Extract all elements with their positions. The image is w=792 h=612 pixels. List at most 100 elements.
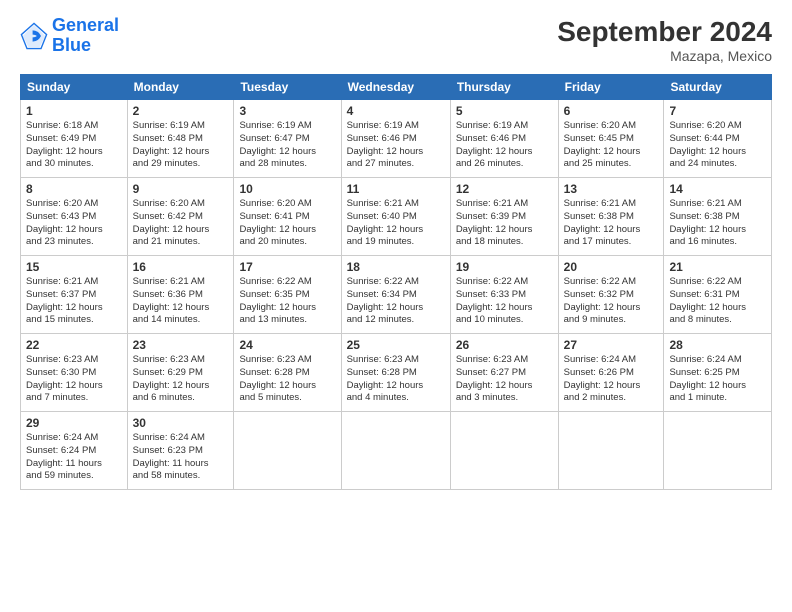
day-info: Sunrise: 6:21 AMSunset: 6:39 PMDaylight:…: [456, 198, 553, 249]
page: General Blue September 2024 Mazapa, Mexi…: [0, 0, 792, 612]
day-info: Sunrise: 6:22 AMSunset: 6:32 PMDaylight:…: [564, 276, 659, 327]
day-cell-30: 30Sunrise: 6:24 AMSunset: 6:23 PMDayligh…: [127, 412, 234, 490]
day-info: Sunrise: 6:23 AMSunset: 6:29 PMDaylight:…: [133, 354, 229, 405]
day-header-monday: Monday: [127, 75, 234, 100]
day-cell-4: 4Sunrise: 6:19 AMSunset: 6:46 PMDaylight…: [341, 100, 450, 178]
day-info: Sunrise: 6:21 AMSunset: 6:36 PMDaylight:…: [133, 276, 229, 327]
day-number: 28: [669, 338, 766, 352]
day-number: 20: [564, 260, 659, 274]
day-cell-12: 12 Sunrise: 6:21 AMSunset: 6:39 PMDayligh…: [450, 178, 558, 256]
week-row-1: 1 Sunrise: 6:18 AMSunset: 6:49 PMDaylight…: [21, 100, 772, 178]
day-info: Sunrise: 6:23 AMSunset: 6:28 PMDaylight:…: [239, 354, 335, 405]
day-cell-7: 7 Sunrise: 6:20 AMSunset: 6:44 PMDaylight…: [664, 100, 772, 178]
day-header-saturday: Saturday: [664, 75, 772, 100]
day-header-friday: Friday: [558, 75, 664, 100]
day-number: 27: [564, 338, 659, 352]
logo-text: General Blue: [52, 16, 119, 56]
day-number: 18: [347, 260, 445, 274]
day-number: 1: [26, 104, 122, 118]
day-header-thursday: Thursday: [450, 75, 558, 100]
empty-cell: [341, 412, 450, 490]
week-row-3: 15 Sunrise: 6:21 AMSunset: 6:37 PMDayligh…: [21, 256, 772, 334]
day-cell-24: 24 Sunrise: 6:23 AMSunset: 6:28 PMDayligh…: [234, 334, 341, 412]
logo-icon: [20, 22, 48, 50]
day-info: Sunrise: 6:22 AMSunset: 6:31 PMDaylight:…: [669, 276, 766, 327]
day-info: Sunrise: 6:21 AMSunset: 6:40 PMDaylight:…: [347, 198, 445, 249]
day-info: Sunrise: 6:21 AMSunset: 6:37 PMDaylight:…: [26, 276, 122, 327]
day-number: 10: [239, 182, 335, 196]
day-cell-27: 27 Sunrise: 6:24 AMSunset: 6:26 PMDayligh…: [558, 334, 664, 412]
day-info: Sunrise: 6:19 AMSunset: 6:47 PMDaylight:…: [239, 120, 335, 171]
day-number: 29: [26, 416, 122, 430]
day-header-sunday: Sunday: [21, 75, 128, 100]
day-number: 11: [347, 182, 445, 196]
day-cell-5: 5Sunrise: 6:19 AMSunset: 6:46 PMDaylight…: [450, 100, 558, 178]
day-cell-10: 10 Sunrise: 6:20 AMSunset: 6:41 PMDayligh…: [234, 178, 341, 256]
day-cell-13: 13 Sunrise: 6:21 AMSunset: 6:38 PMDayligh…: [558, 178, 664, 256]
logo: General Blue: [20, 16, 119, 56]
day-number: 17: [239, 260, 335, 274]
day-header-tuesday: Tuesday: [234, 75, 341, 100]
day-info: Sunrise: 6:24 AMSunset: 6:24 PMDaylight:…: [26, 432, 122, 483]
week-row-5: 29 Sunrise: 6:24 AMSunset: 6:24 PMDayligh…: [21, 412, 772, 490]
day-number: 30: [133, 416, 229, 430]
day-cell-25: 25 Sunrise: 6:23 AMSunset: 6:28 PMDayligh…: [341, 334, 450, 412]
day-number: 9: [133, 182, 229, 196]
day-cell-29: 29 Sunrise: 6:24 AMSunset: 6:24 PMDayligh…: [21, 412, 128, 490]
day-info: Sunrise: 6:24 AMSunset: 6:26 PMDaylight:…: [564, 354, 659, 405]
day-cell-15: 15 Sunrise: 6:21 AMSunset: 6:37 PMDayligh…: [21, 256, 128, 334]
empty-cell: [664, 412, 772, 490]
day-cell-9: 9Sunrise: 6:20 AMSunset: 6:42 PMDaylight…: [127, 178, 234, 256]
day-info: Sunrise: 6:22 AMSunset: 6:34 PMDaylight:…: [347, 276, 445, 327]
day-info: Sunrise: 6:23 AMSunset: 6:30 PMDaylight:…: [26, 354, 122, 405]
week-row-2: 8 Sunrise: 6:20 AMSunset: 6:43 PMDaylight…: [21, 178, 772, 256]
day-cell-18: 18 Sunrise: 6:22 AMSunset: 6:34 PMDayligh…: [341, 256, 450, 334]
day-number: 19: [456, 260, 553, 274]
day-cell-16: 16 Sunrise: 6:21 AMSunset: 6:36 PMDayligh…: [127, 256, 234, 334]
day-info: Sunrise: 6:22 AMSunset: 6:33 PMDaylight:…: [456, 276, 553, 327]
day-number: 14: [669, 182, 766, 196]
title-block: September 2024 Mazapa, Mexico: [557, 16, 772, 64]
day-info: Sunrise: 6:19 AMSunset: 6:48 PMDaylight:…: [133, 120, 229, 171]
day-info: Sunrise: 6:21 AMSunset: 6:38 PMDaylight:…: [669, 198, 766, 249]
day-info: Sunrise: 6:24 AMSunset: 6:25 PMDaylight:…: [669, 354, 766, 405]
day-info: Sunrise: 6:22 AMSunset: 6:35 PMDaylight:…: [239, 276, 335, 327]
day-number: 8: [26, 182, 122, 196]
day-info: Sunrise: 6:20 AMSunset: 6:44 PMDaylight:…: [669, 120, 766, 171]
day-number: 6: [564, 104, 659, 118]
day-info: Sunrise: 6:20 AMSunset: 6:43 PMDaylight:…: [26, 198, 122, 249]
empty-cell: [234, 412, 341, 490]
day-cell-1: 1 Sunrise: 6:18 AMSunset: 6:49 PMDaylight…: [21, 100, 128, 178]
day-cell-23: 23 Sunrise: 6:23 AMSunset: 6:29 PMDayligh…: [127, 334, 234, 412]
day-info: Sunrise: 6:18 AMSunset: 6:49 PMDaylight:…: [26, 120, 122, 171]
header: General Blue September 2024 Mazapa, Mexi…: [20, 16, 772, 64]
day-number: 13: [564, 182, 659, 196]
day-info: Sunrise: 6:23 AMSunset: 6:28 PMDaylight:…: [347, 354, 445, 405]
day-cell-21: 21 Sunrise: 6:22 AMSunset: 6:31 PMDayligh…: [664, 256, 772, 334]
day-info: Sunrise: 6:23 AMSunset: 6:27 PMDaylight:…: [456, 354, 553, 405]
day-cell-20: 20 Sunrise: 6:22 AMSunset: 6:32 PMDayligh…: [558, 256, 664, 334]
day-number: 25: [347, 338, 445, 352]
day-number: 12: [456, 182, 553, 196]
day-number: 16: [133, 260, 229, 274]
day-info: Sunrise: 6:21 AMSunset: 6:38 PMDaylight:…: [564, 198, 659, 249]
day-number: 24: [239, 338, 335, 352]
day-number: 7: [669, 104, 766, 118]
day-number: 26: [456, 338, 553, 352]
day-number: 3: [239, 104, 335, 118]
day-cell-28: 28 Sunrise: 6:24 AMSunset: 6:25 PMDayligh…: [664, 334, 772, 412]
day-info: Sunrise: 6:20 AMSunset: 6:45 PMDaylight:…: [564, 120, 659, 171]
day-number: 15: [26, 260, 122, 274]
day-cell-14: 14 Sunrise: 6:21 AMSunset: 6:38 PMDayligh…: [664, 178, 772, 256]
month-title: September 2024: [557, 16, 772, 48]
day-number: 23: [133, 338, 229, 352]
week-row-4: 22 Sunrise: 6:23 AMSunset: 6:30 PMDayligh…: [21, 334, 772, 412]
day-cell-26: 26 Sunrise: 6:23 AMSunset: 6:27 PMDayligh…: [450, 334, 558, 412]
day-cell-8: 8 Sunrise: 6:20 AMSunset: 6:43 PMDaylight…: [21, 178, 128, 256]
day-info: Sunrise: 6:20 AMSunset: 6:41 PMDaylight:…: [239, 198, 335, 249]
day-cell-3: 3 Sunrise: 6:19 AMSunset: 6:47 PMDaylight…: [234, 100, 341, 178]
day-number: 5: [456, 104, 553, 118]
day-number: 21: [669, 260, 766, 274]
calendar-table: SundayMondayTuesdayWednesdayThursdayFrid…: [20, 74, 772, 490]
day-number: 22: [26, 338, 122, 352]
